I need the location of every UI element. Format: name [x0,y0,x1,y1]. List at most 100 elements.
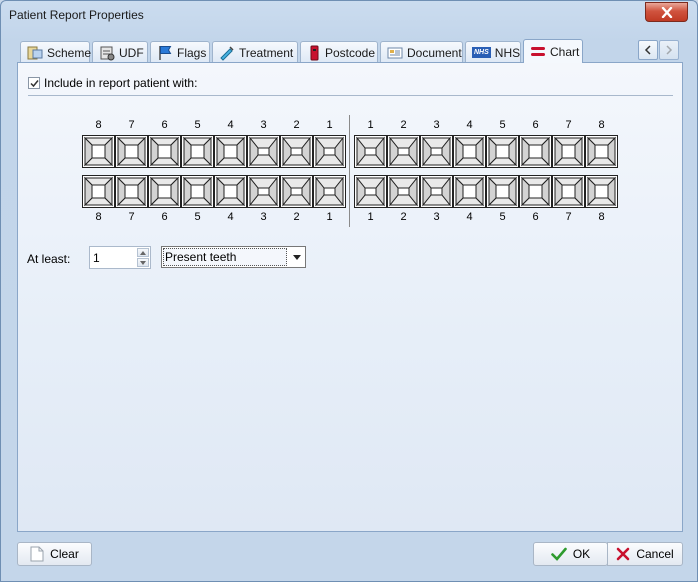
tooth-number: 3 [260,119,267,131]
tooth-number: 1 [367,119,374,131]
tab-scroll-buttons [638,40,679,60]
tooth-upper-right-2[interactable] [387,135,420,168]
tooth-lower-left-1[interactable] [313,175,346,208]
tooth-lower-right-1[interactable] [354,175,387,208]
tab-scheme[interactable]: Scheme [20,41,92,63]
tab-label: Scheme [47,45,92,60]
treatment-icon [220,45,234,61]
stepper-down-button[interactable] [137,258,149,267]
tooth-lower-right-8[interactable] [585,175,618,208]
tooth-upper-left-8[interactable] [82,135,115,168]
tooth-lower-left-2[interactable] [280,175,313,208]
document-icon [387,47,403,58]
tab-udf[interactable]: UDF [92,41,148,63]
tooth-upper-left-1[interactable] [313,135,346,168]
include-label: Include in report patient with: [44,76,198,90]
tab-scroll-left-button[interactable] [638,40,658,60]
tooth-number: 4 [466,211,473,223]
tooth-upper-left-2[interactable] [280,135,313,168]
check-icon [551,547,567,561]
at-least-value: 1 [93,251,100,265]
ok-label: OK [572,547,591,561]
tooth-lower-left-7[interactable] [115,175,148,208]
tooth-number: 1 [326,119,333,131]
close-icon [661,6,672,18]
tab-flags[interactable]: Flags [150,41,210,63]
close-button[interactable] [645,2,688,22]
tooth-lower-left-5[interactable] [181,175,214,208]
tooth-number: 3 [433,211,440,223]
window-title: Patient Report Properties [9,8,144,22]
tooth-number: 8 [598,211,605,223]
triangle-down-icon [140,260,146,265]
tooth-upper-right-8[interactable] [585,135,618,168]
tooth-number: 7 [565,119,572,131]
tooth-number: 3 [260,211,267,223]
tooth-number: 2 [400,119,407,131]
dialog-window: Patient Report Properties Scheme UDF Fla… [0,0,698,582]
tooth-lower-left-3[interactable] [247,175,280,208]
teeth-type-select[interactable]: Present teeth [161,246,306,268]
include-checkbox[interactable] [28,77,40,89]
tab-label: UDF [119,45,144,60]
tab-postcode[interactable]: Postcode [300,41,378,63]
tooth-number: 8 [598,119,605,131]
tooth-number: 2 [293,211,300,223]
tooth-number: 2 [400,211,407,223]
cancel-button[interactable]: Cancel [607,542,683,566]
separator [28,95,673,96]
clear-button[interactable]: Clear [17,542,92,566]
tooth-number: 4 [466,119,473,131]
checkmark-icon [29,79,39,87]
chart-midline [349,115,350,227]
tooth-number: 7 [128,119,135,131]
tab-label: Flags [177,45,207,60]
tooth-upper-right-6[interactable] [519,135,552,168]
tooth-upper-right-5[interactable] [486,135,519,168]
tab-scroll-right-button[interactable] [659,40,679,60]
tooth-number: 7 [128,211,135,223]
tab-label: Document [407,45,462,60]
include-row: Include in report patient with: [28,76,197,90]
tooth-upper-left-4[interactable] [214,135,247,168]
tooth-upper-right-3[interactable] [420,135,453,168]
tooth-upper-right-4[interactable] [453,135,486,168]
tooth-upper-right-7[interactable] [552,135,585,168]
teeth-type-value: Present teeth [163,248,287,266]
tooth-lower-left-4[interactable] [214,175,247,208]
ok-button[interactable]: OK [533,542,608,566]
clear-label: Clear [50,547,79,561]
stepper-up-button[interactable] [137,248,149,257]
tooth-lower-right-7[interactable] [552,175,585,208]
tooth-lower-left-6[interactable] [148,175,181,208]
tooth-number: 8 [95,211,102,223]
tab-treatment[interactable]: Treatment [212,41,298,63]
tooth-lower-right-4[interactable] [453,175,486,208]
tooth-number: 6 [532,211,539,223]
tooth-number: 4 [227,211,234,223]
at-least-stepper[interactable]: 1 [89,246,151,269]
tab-document[interactable]: Document [380,41,463,63]
tooth-number: 6 [161,211,168,223]
tooth-number: 5 [194,119,201,131]
tooth-lower-right-3[interactable] [420,175,453,208]
tooth-lower-left-8[interactable] [82,175,115,208]
postcode-icon [310,45,319,60]
udf-icon [100,46,115,60]
tooth-upper-left-6[interactable] [148,135,181,168]
flag-icon [159,45,172,60]
tab-nhs[interactable]: NHS NHS [465,41,521,63]
cancel-label: Cancel [636,547,674,561]
tooth-lower-right-2[interactable] [387,175,420,208]
tooth-number: 5 [194,211,201,223]
tooth-lower-right-6[interactable] [519,175,552,208]
tooth-upper-left-3[interactable] [247,135,280,168]
blank-page-icon [30,546,44,562]
tab-chart[interactable]: Chart [523,39,583,63]
tooth-lower-right-5[interactable] [486,175,519,208]
tooth-number: 5 [499,119,506,131]
x-icon [617,547,630,561]
tooth-upper-right-1[interactable] [354,135,387,168]
tooth-upper-left-7[interactable] [115,135,148,168]
tooth-upper-left-5[interactable] [181,135,214,168]
